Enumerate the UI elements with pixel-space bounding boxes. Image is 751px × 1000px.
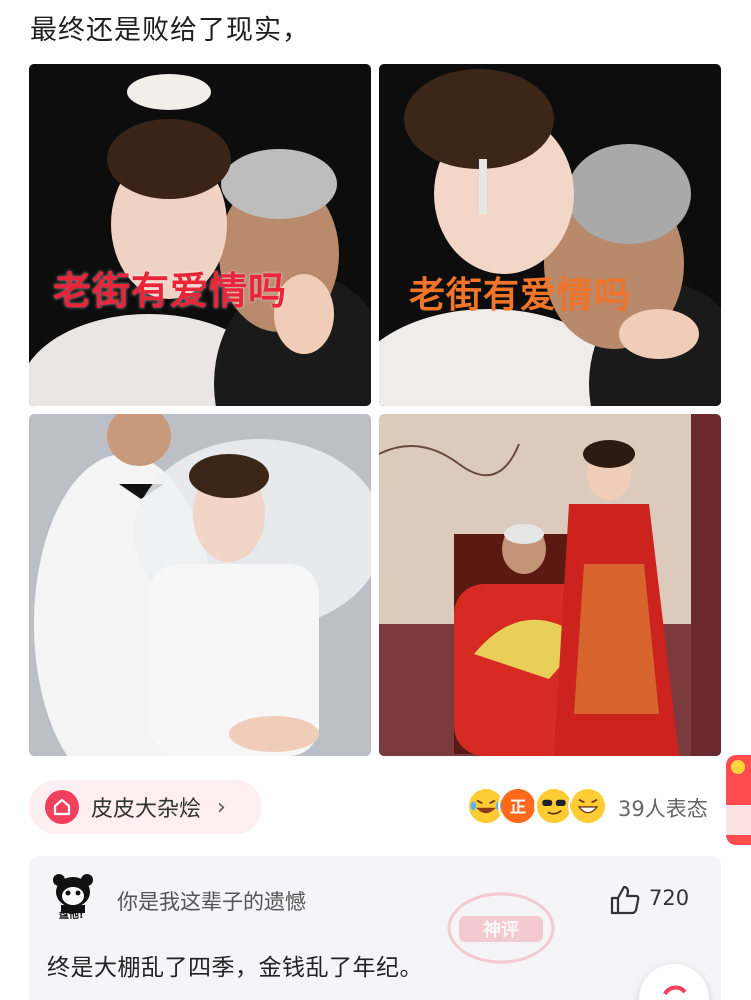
- photo-2-watermark: 老街有爱情吗: [409, 275, 632, 316]
- reaction-emojis[interactable]: 正: [466, 786, 616, 828]
- post-title: 最终还是败给了现实，: [30, 15, 310, 46]
- topic-label: 皮皮大杂烩: [91, 797, 202, 822]
- comment-card: 盘他! 你是我这辈子的遗憾 神评 720 终是大棚乱了四季，金钱乱了年纪。: [29, 856, 721, 1000]
- comment-text: 终是大棚乱了四季，金钱乱了年纪。: [47, 955, 423, 981]
- home-icon: [45, 790, 79, 824]
- stamp-text: 神评: [483, 919, 519, 941]
- refresh-button[interactable]: [639, 964, 709, 1000]
- reaction-count[interactable]: 39人表态: [618, 793, 708, 823]
- zheng-badge-icon: 正: [498, 786, 538, 826]
- chevron-right-icon: ›: [217, 794, 226, 820]
- post-photo-1[interactable]: 老街有爱情吗: [29, 64, 371, 406]
- photo-4-image: [379, 414, 721, 756]
- photo-1-watermark: 老街有爱情吗: [53, 269, 288, 313]
- thumbs-up-icon[interactable]: [608, 883, 642, 917]
- post-photo-3[interactable]: [29, 414, 371, 756]
- topic-chip[interactable]: 皮皮大杂烩 ›: [29, 780, 262, 834]
- like-count: 720: [649, 886, 690, 910]
- refresh-icon: [663, 985, 687, 996]
- photo-3-image: [29, 414, 371, 756]
- god-comment-stamp-icon: 神评: [447, 892, 555, 964]
- photo-1-image: [29, 64, 371, 406]
- post-photo-2[interactable]: 老街有爱情吗: [379, 64, 721, 406]
- grin-icon: [568, 786, 608, 826]
- post-photo-4[interactable]: [379, 414, 721, 756]
- photo-grid: 老街有爱情吗 老街有爱情吗: [29, 64, 721, 756]
- comment-username[interactable]: 你是我这辈子的遗憾: [117, 886, 306, 916]
- svg-text:正: 正: [510, 797, 526, 816]
- floating-gift-badge-icon[interactable]: [722, 745, 751, 855]
- photo-2-image: [379, 64, 721, 406]
- avatar-caption: 盘他!: [59, 910, 84, 921]
